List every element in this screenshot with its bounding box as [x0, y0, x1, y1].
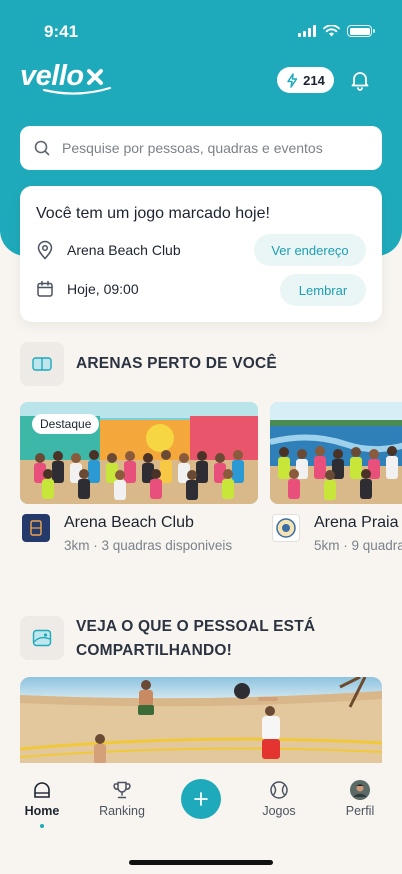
featured-badge: Destaque — [32, 414, 100, 434]
arena-logo — [272, 514, 300, 542]
arena-courts: 3 quadras disponiveis — [101, 538, 233, 553]
game-location: Arena Beach Club — [67, 242, 181, 258]
nav-games[interactable]: Jogos — [249, 780, 309, 818]
scheduled-game-card: Você tem um jogo marcado hoje! Arena Bea… — [20, 186, 382, 322]
info-separator: · — [339, 538, 352, 553]
search-bar[interactable] — [20, 126, 382, 170]
arenas-section-title: ARENAS PERTO DE VOCÊ — [76, 355, 277, 372]
lightning-icon — [287, 72, 298, 88]
arena-courts: 9 quadra — [351, 538, 402, 553]
status-icons — [298, 25, 375, 37]
view-address-button[interactable]: Ver endereço — [254, 234, 366, 266]
game-card-title: Você tem um jogo marcado hoje! — [36, 205, 270, 222]
nav-home[interactable]: Home — [12, 780, 72, 828]
arena-card-image[interactable] — [270, 402, 402, 504]
home-indicator — [129, 860, 273, 865]
battery-icon — [347, 25, 375, 37]
court-icon — [32, 357, 52, 371]
nav-home-label: Home — [24, 804, 60, 818]
nav-games-label: Jogos — [262, 804, 296, 818]
active-indicator — [40, 824, 44, 828]
arenas-section-icon — [20, 342, 64, 386]
arena-info: 3km · 3 quadras disponiveis — [64, 538, 232, 553]
info-separator: · — [89, 538, 102, 553]
nav-ranking[interactable]: Ranking — [92, 780, 152, 818]
home-icon — [34, 782, 50, 798]
share-section-icon — [20, 616, 64, 660]
arena-distance: 3km — [64, 538, 90, 553]
signal-icon — [298, 25, 316, 37]
arena-distance: 5km — [314, 538, 340, 553]
app-logo: vello — [20, 60, 112, 95]
arena-name[interactable]: Arena Praia C — [314, 514, 402, 532]
search-input[interactable] — [62, 140, 362, 156]
search-icon — [34, 140, 50, 156]
points-value: 214 — [303, 72, 325, 88]
location-pin-icon — [37, 240, 53, 260]
plus-icon — [194, 792, 208, 806]
calendar-icon — [37, 280, 53, 297]
game-time-row: Hoje, 09:00 — [36, 280, 139, 298]
avatar-icon — [350, 780, 370, 800]
status-time: 9:41 — [44, 22, 79, 41]
arena-logo-icon — [276, 518, 296, 538]
photo-icon — [32, 629, 52, 647]
share-title-line1: VEJA O QUE O PESSOAL ESTÁ — [76, 618, 316, 635]
arena-info: 5km · 9 quadra — [314, 538, 402, 553]
ball-icon — [270, 781, 288, 799]
game-time: Hoje, 09:00 — [67, 281, 139, 297]
share-section-title: VEJA O QUE O PESSOAL ESTÁ COMPARTILHANDO… — [76, 615, 315, 663]
nav-profile-label: Perfil — [345, 804, 375, 818]
beach-tennis-photo — [20, 677, 382, 767]
arena-photo — [270, 402, 402, 504]
nav-ranking-label: Ranking — [99, 804, 145, 818]
bottom-navigation: Home Ranking Jogos Perfil — [0, 763, 402, 874]
wifi-icon — [323, 25, 340, 37]
arena-card-image[interactable]: Destaque — [20, 402, 258, 504]
notification-bell-icon[interactable] — [349, 69, 371, 91]
arena-logo — [22, 514, 50, 542]
arena-logo-icon — [30, 520, 42, 536]
trophy-icon — [113, 781, 131, 799]
logo-swoosh — [42, 86, 112, 95]
remind-button[interactable]: Lembrar — [280, 274, 366, 306]
share-title-line2: COMPARTILHANDO! — [76, 642, 232, 659]
nav-profile[interactable]: Perfil — [330, 780, 390, 818]
arena-name[interactable]: Arena Beach Club — [64, 514, 194, 532]
game-location-row: Arena Beach Club — [36, 240, 181, 260]
logo-x-mark — [86, 68, 103, 85]
create-button[interactable] — [181, 779, 221, 819]
points-badge[interactable]: 214 — [277, 67, 334, 93]
shared-post-image[interactable] — [20, 677, 382, 767]
